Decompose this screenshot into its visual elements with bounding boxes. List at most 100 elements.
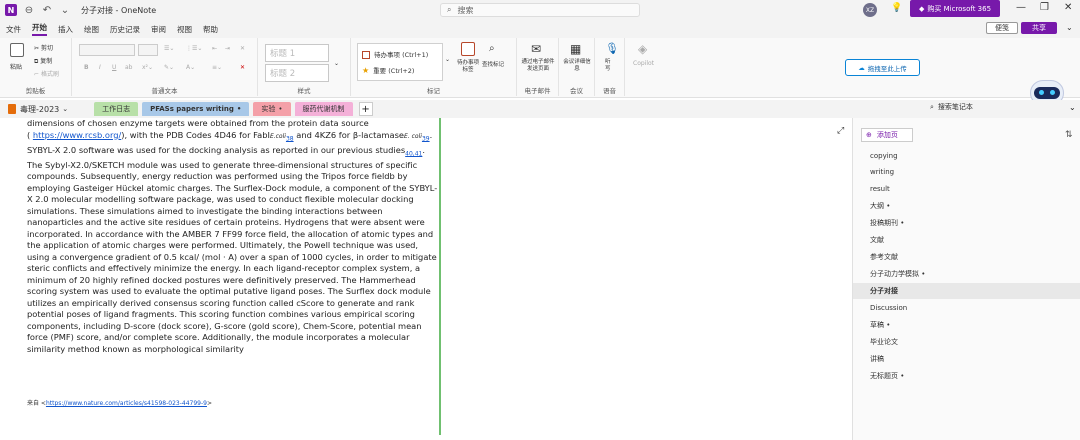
- cut-button[interactable]: ✂ 剪切: [34, 43, 53, 52]
- page-item[interactable]: 投稿期刊 •: [853, 215, 1080, 231]
- section-tab-worklog[interactable]: 工作日志: [94, 102, 139, 116]
- tag-important[interactable]: ★ 重要 (Ctrl+2): [358, 59, 442, 75]
- decrease-indent-icon[interactable]: ⇤: [212, 45, 217, 52]
- copilot-button[interactable]: Copilot: [633, 60, 654, 67]
- font-color-icon[interactable]: A⌄: [186, 64, 195, 71]
- paste-icon[interactable]: [10, 43, 24, 57]
- menu-draw[interactable]: 绘图: [84, 24, 99, 35]
- page-item[interactable]: 毕业论文: [853, 334, 1080, 350]
- source-attribution: 来自 <https://www.nature.com/articles/s415…: [27, 398, 212, 407]
- microphone-icon[interactable]: 🎙: [605, 42, 619, 55]
- note-container[interactable]: dimensions of chosen enzyme targets were…: [27, 118, 441, 435]
- page-item[interactable]: 文献: [853, 232, 1080, 248]
- meeting-details-button[interactable]: 会议详细信息: [563, 59, 591, 73]
- menu-file[interactable]: 文件: [6, 24, 21, 35]
- strikethrough-icon[interactable]: ab: [125, 64, 133, 71]
- note-text-italic-sub: E.coli: [269, 132, 286, 140]
- page-item[interactable]: 草稿 •: [853, 317, 1080, 333]
- add-section-button[interactable]: +: [358, 102, 373, 116]
- meeting-group: ▦ 会议详细信息 会议: [559, 38, 595, 96]
- ref-link-39[interactable]: 39: [422, 135, 430, 142]
- section-tab-pfass[interactable]: PFASs papers writing •: [142, 102, 250, 116]
- restore-icon[interactable]: ❐: [1040, 2, 1049, 13]
- lightbulb-icon[interactable]: 💡: [891, 3, 902, 13]
- ref-link-40-41[interactable]: 40,41: [405, 150, 422, 157]
- sort-icon[interactable]: ⇅: [1065, 130, 1073, 140]
- page-item[interactable]: 大纲 •: [853, 198, 1080, 214]
- minimize-icon[interactable]: —: [1016, 2, 1026, 13]
- search-box[interactable]: ⌕ 搜索: [440, 3, 640, 17]
- source-link[interactable]: https://www.nature.com/articles/s41598-0…: [46, 400, 207, 407]
- menu-view[interactable]: 视图: [177, 24, 192, 35]
- copy-button[interactable]: ⧉ 复制: [34, 56, 52, 66]
- buy-microsoft365-button[interactable]: ◆ 购买 Microsoft 365: [910, 0, 1000, 17]
- styles-more-icon[interactable]: ⌄: [334, 60, 339, 67]
- align-icon[interactable]: ≡⌄: [212, 64, 222, 71]
- increase-indent-icon[interactable]: ⇥: [225, 45, 230, 52]
- search-scope-chevron-icon[interactable]: ⌄: [1069, 103, 1076, 112]
- bullets-icon[interactable]: ☰⌄: [164, 45, 174, 52]
- rcsb-link[interactable]: https://www.rcsb.org/: [33, 130, 121, 140]
- page-item[interactable]: result: [853, 181, 1080, 197]
- back-icon[interactable]: ⊖: [23, 4, 35, 16]
- menu-home[interactable]: 开始: [32, 22, 47, 36]
- search-notebook[interactable]: ⌕ 搜索笔记本: [930, 102, 973, 112]
- page-item[interactable]: copying: [853, 148, 1080, 164]
- ref-link-38[interactable]: 38: [286, 135, 294, 142]
- sticky-notes-button[interactable]: 便笺: [986, 22, 1018, 34]
- font-name-select[interactable]: [79, 44, 135, 56]
- page-item[interactable]: 参考文献: [853, 249, 1080, 265]
- style-heading2[interactable]: 标题 2: [265, 64, 329, 82]
- subscript-icon[interactable]: x²⌄: [142, 64, 153, 71]
- delete-icon[interactable]: ✕: [240, 64, 245, 71]
- customize-toolbar-icon[interactable]: ⌄: [59, 4, 71, 16]
- dictate-button[interactable]: 听写: [605, 59, 615, 73]
- find-tags-icon[interactable]: ⌕: [489, 43, 495, 54]
- clear-formatting-icon[interactable]: ✕: [240, 45, 245, 52]
- highlight-icon[interactable]: ✎⌄: [164, 64, 174, 71]
- tag-todo[interactable]: 待办事项 (Ctrl+1): [358, 44, 442, 59]
- page-item[interactable]: 讲稿: [853, 351, 1080, 367]
- avatar[interactable]: XZ: [863, 3, 877, 17]
- menu-history[interactable]: 历史记录: [110, 24, 140, 35]
- underline-icon[interactable]: U: [112, 64, 116, 71]
- paste-button[interactable]: 粘贴: [10, 62, 22, 71]
- notebook-selector[interactable]: 毒理-2023 ⌄: [8, 104, 68, 115]
- undo-icon[interactable]: ↶: [41, 4, 53, 16]
- page-item[interactable]: 无标题页 •: [853, 368, 1080, 384]
- todo-tag-button[interactable]: 待办事项标签: [455, 60, 481, 74]
- page-canvas[interactable]: dimensions of chosen enzyme targets were…: [0, 118, 850, 440]
- font-size-select[interactable]: [138, 44, 158, 56]
- style-heading1[interactable]: 标题 1: [265, 44, 329, 62]
- note-text: .: [422, 144, 425, 155]
- upload-button[interactable]: ☁ 拖拽至此上传: [845, 59, 920, 76]
- section-tab-metabolism[interactable]: 服药代谢机制: [294, 102, 353, 116]
- page-item[interactable]: 分子动力学模拟 •: [853, 266, 1080, 282]
- meeting-details-icon[interactable]: ▦: [570, 42, 581, 56]
- cloud-icon: ☁: [858, 63, 865, 72]
- menu-help[interactable]: 帮助: [203, 24, 218, 35]
- format-painter-button[interactable]: ⌐ 格式刷: [34, 69, 59, 78]
- find-tags-button[interactable]: 查找标记: [482, 60, 504, 68]
- tags-more-icon[interactable]: ⌄: [445, 56, 450, 63]
- ribbon-collapse-icon[interactable]: ⌄: [1066, 23, 1073, 32]
- section-tab-experiment[interactable]: 实验 •: [253, 102, 291, 116]
- todo-tag-icon[interactable]: [461, 42, 475, 56]
- italic-icon[interactable]: I: [99, 64, 101, 71]
- close-icon[interactable]: ✕: [1064, 2, 1072, 13]
- share-button[interactable]: 共享: [1021, 22, 1057, 34]
- page-item[interactable]: Discussion: [853, 300, 1080, 316]
- page-item-active[interactable]: 分子对接: [853, 283, 1080, 299]
- expand-icon[interactable]: ⤢: [837, 126, 844, 136]
- add-page-button[interactable]: ⊕ 添加页: [861, 128, 913, 142]
- menu-insert[interactable]: 插入: [58, 24, 73, 35]
- menu-review[interactable]: 审阅: [151, 24, 166, 35]
- email-page-button[interactable]: 通过电子邮件发送页面: [521, 59, 555, 73]
- search-placeholder: 搜索: [457, 5, 474, 15]
- email-page-icon[interactable]: ✉: [531, 42, 541, 56]
- email-group-label: 电子邮件: [524, 87, 551, 95]
- copilot-icon[interactable]: ◈: [638, 42, 647, 56]
- numbering-icon[interactable]: ⋮☰⌄: [186, 45, 202, 52]
- bold-icon[interactable]: B: [84, 64, 89, 71]
- page-item[interactable]: writing: [853, 164, 1080, 180]
